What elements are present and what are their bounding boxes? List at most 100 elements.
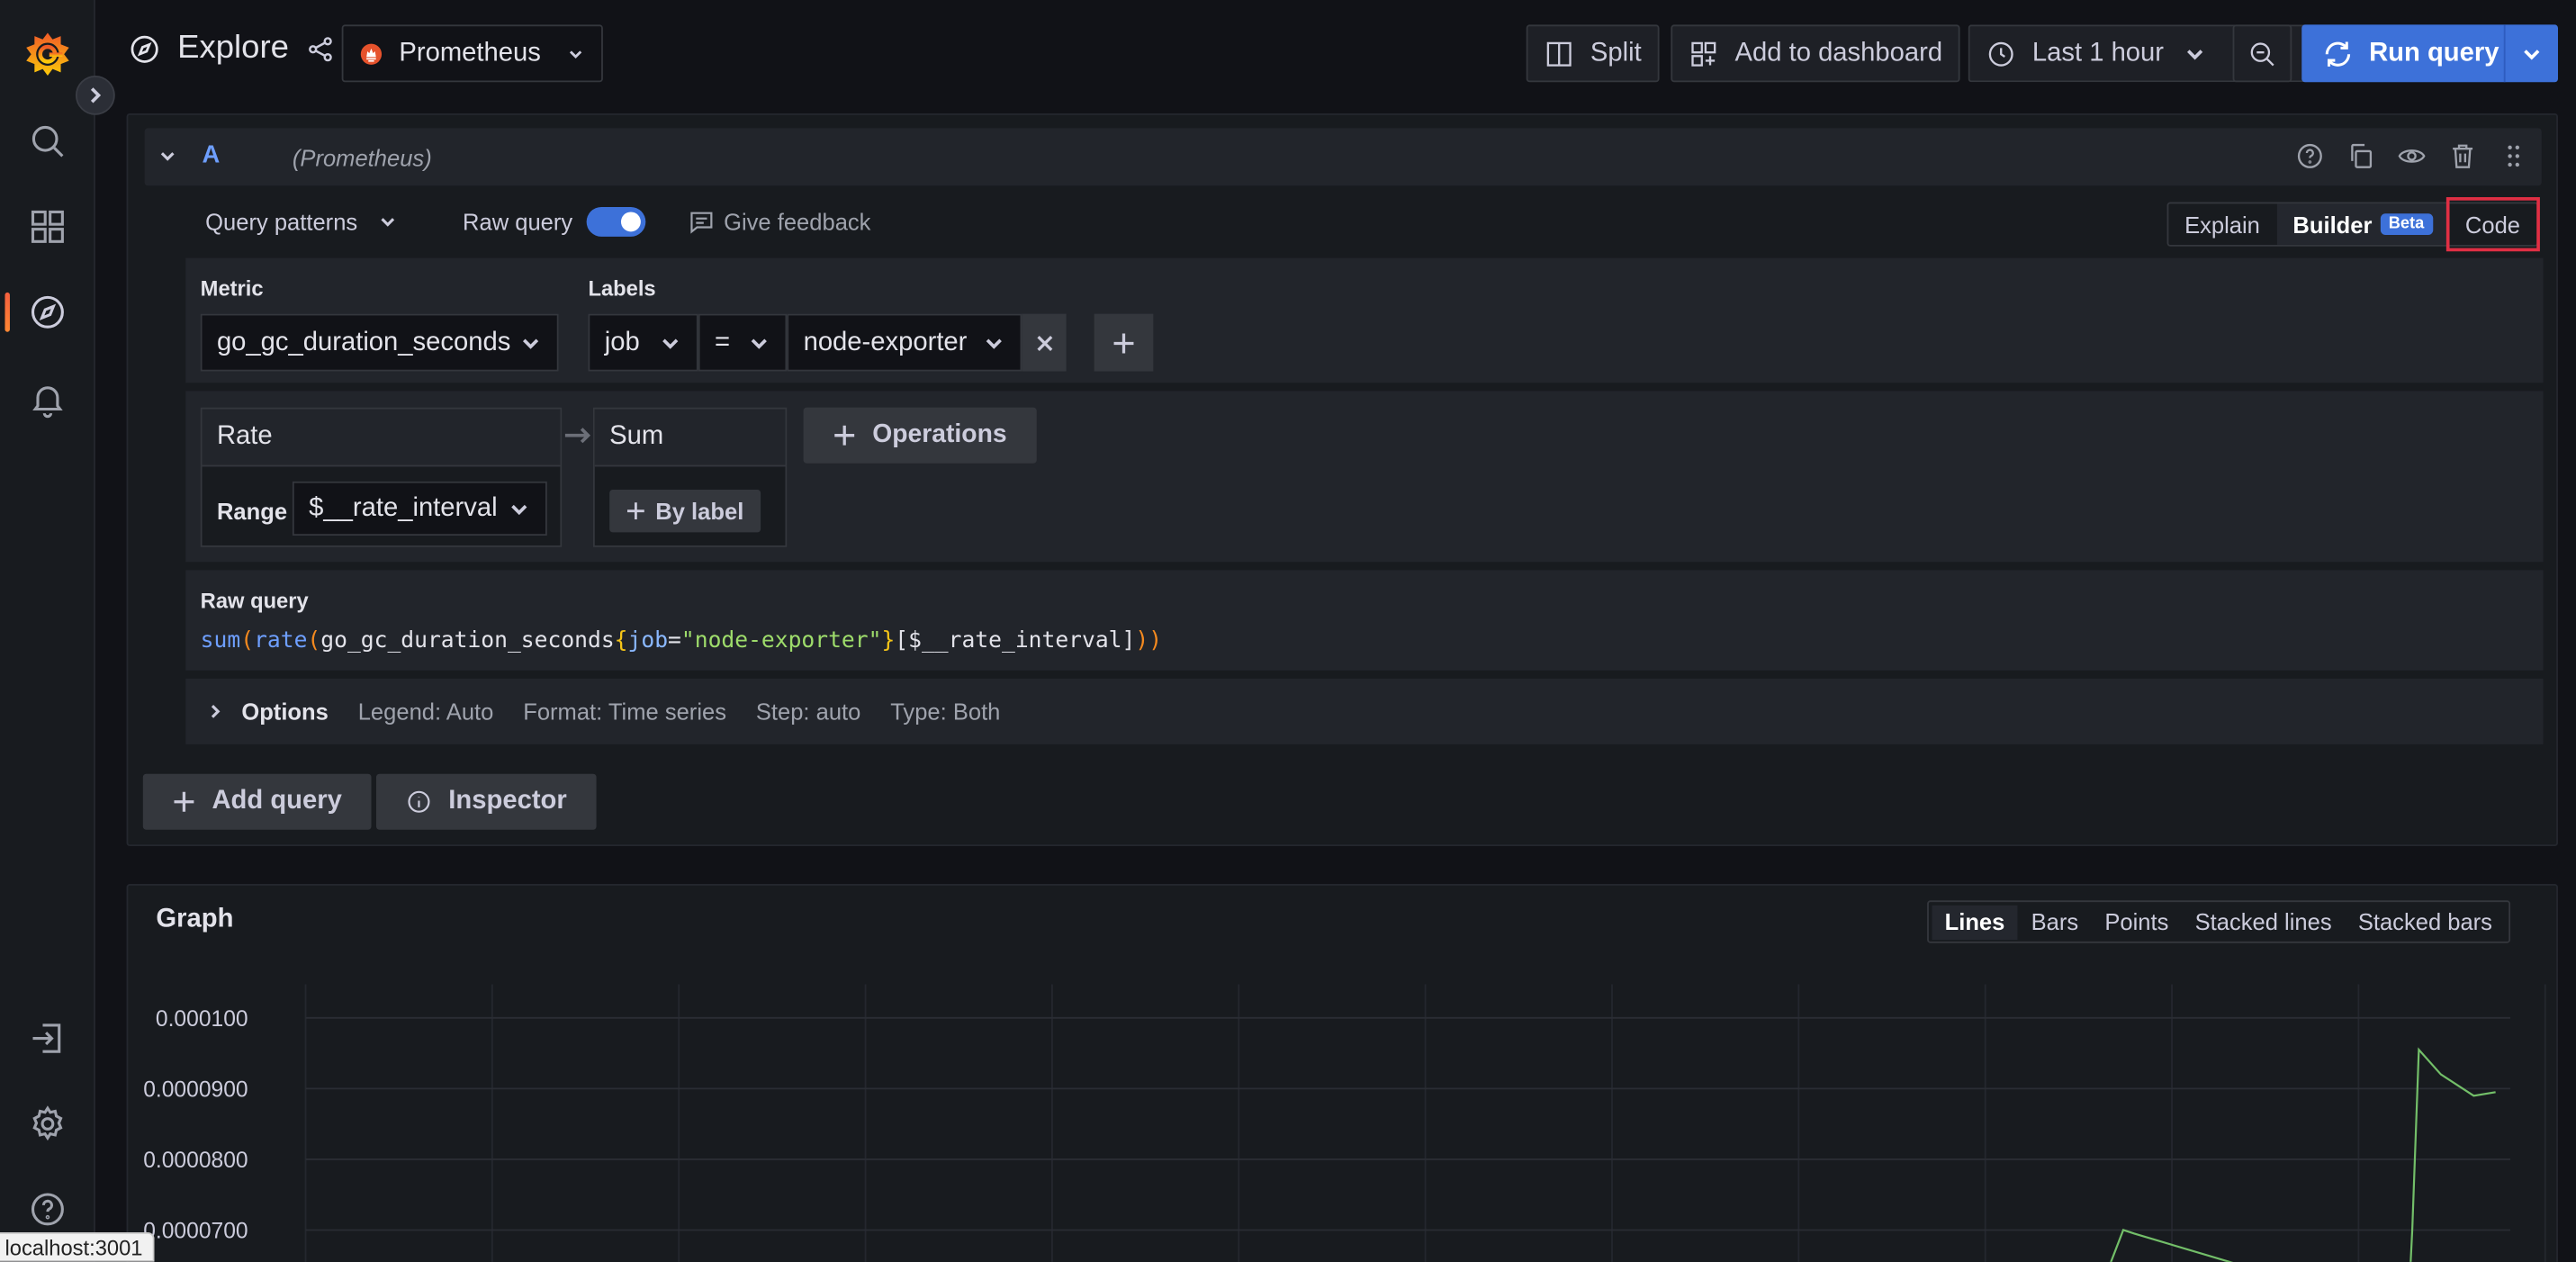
- raw-query-toggle-group[interactable]: Raw query: [463, 206, 645, 237]
- query-options-row[interactable]: Options Legend: Auto Format: Time series…: [185, 678, 2544, 744]
- dashboards-icon: [31, 210, 64, 243]
- rate-operation-title[interactable]: Rate: [202, 409, 561, 467]
- metric-select[interactable]: go_gc_duration_seconds: [200, 313, 559, 372]
- graph-mode-group: Lines Bars Points Stacked lines Stacked bars: [1926, 900, 2511, 943]
- refresh-icon: [2325, 41, 2351, 67]
- raw-token: "node-exporter": [680, 627, 882, 654]
- inspector-label: Inspector: [448, 787, 567, 816]
- prometheus-icon: [360, 42, 383, 64]
- query-editor-panel: A (Prometheus) Query patterns Raw query: [126, 113, 2558, 847]
- run-query-main[interactable]: Run query: [2301, 24, 2506, 83]
- raw-query-toggle-label: Raw query: [463, 208, 573, 236]
- sum-operation-title[interactable]: Sum: [594, 409, 786, 467]
- grafana-logo-icon: [26, 32, 69, 76]
- sidebar-item-sign-in[interactable]: [0, 1005, 95, 1071]
- sidebar-item-explore[interactable]: [0, 279, 95, 345]
- query-row-actions: [2295, 141, 2528, 171]
- raw-token: }: [881, 627, 896, 654]
- datasource-name: Prometheus: [399, 38, 541, 67]
- graph-mode-lines[interactable]: Lines: [1932, 904, 2018, 940]
- query-patterns-dropdown[interactable]: Query patterns: [205, 209, 397, 235]
- info-circle-icon: [408, 790, 430, 813]
- explain-toggle[interactable]: Explain: [2168, 203, 2276, 245]
- drag-handle-icon[interactable]: [2499, 141, 2528, 171]
- graph-mode-bars[interactable]: Bars: [2018, 905, 2092, 939]
- clock-icon: [1988, 41, 2013, 66]
- add-operations-button[interactable]: Operations: [803, 407, 1037, 464]
- raw-token: rate: [254, 627, 308, 654]
- remove-label-button[interactable]: [1022, 313, 1067, 372]
- query-toolbar: Query patterns Raw query Give feedback: [205, 197, 870, 247]
- trash-icon[interactable]: [2448, 141, 2478, 171]
- label-value-select[interactable]: node-exporter: [787, 313, 1022, 372]
- query-ref-id[interactable]: A: [203, 141, 221, 169]
- raw-token: =: [668, 627, 681, 654]
- chevron-down-icon: [511, 503, 527, 515]
- graph-canvas[interactable]: 0.000100 0.0000900 0.0000800 0.0000700: [128, 984, 2556, 1262]
- options-type: Type: Both: [890, 698, 1001, 725]
- close-icon: [1036, 335, 1052, 351]
- label-operator-select[interactable]: =: [698, 313, 788, 372]
- operations-label: Operations: [872, 420, 1007, 449]
- builder-mode-button[interactable]: Builder Beta: [2276, 203, 2449, 245]
- range-select[interactable]: $__rate_interval: [292, 481, 547, 536]
- run-query-button[interactable]: Run query: [2301, 24, 2558, 83]
- sidebar-expand-button[interactable]: [75, 75, 115, 115]
- by-label-text: By label: [655, 498, 744, 525]
- rate-operation-card: Rate Range $__rate_interval: [200, 407, 563, 547]
- options-format: Format: Time series: [523, 698, 727, 725]
- raw-token: ): [1135, 627, 1149, 654]
- inspector-button[interactable]: Inspector: [375, 773, 597, 830]
- datasource-picker[interactable]: Prometheus: [341, 24, 603, 83]
- chevron-down-icon: [380, 218, 394, 227]
- sidebar-item-alerting[interactable]: [0, 366, 95, 432]
- builder-label: Builder: [2292, 211, 2373, 238]
- sidebar-item-dashboards[interactable]: [0, 194, 95, 259]
- chevron-down-icon: [570, 50, 582, 59]
- graph-mode-stacked-lines[interactable]: Stacked lines: [2182, 905, 2345, 939]
- zoom-out-button[interactable]: [2232, 24, 2292, 83]
- options-label: Options: [241, 698, 329, 725]
- copy-icon[interactable]: [2346, 141, 2376, 171]
- help-icon: [31, 1193, 64, 1226]
- raw-token: go_gc_duration_seconds: [320, 627, 615, 654]
- chevron-down-icon: [522, 338, 539, 348]
- help-icon[interactable]: [2295, 141, 2325, 171]
- by-label-button[interactable]: By label: [609, 489, 761, 533]
- graph-mode-points[interactable]: Points: [2092, 905, 2182, 939]
- compass-icon: [131, 34, 158, 62]
- sidebar-item-configuration[interactable]: [0, 1091, 95, 1157]
- add-query-button[interactable]: Add query: [142, 773, 372, 830]
- sidebar-item-search[interactable]: [0, 108, 95, 174]
- arrow-right-icon: [564, 428, 591, 444]
- explore-header: Explore Prometheus Split Add to dashboar…: [95, 0, 2576, 108]
- raw-token: {: [614, 627, 628, 654]
- raw-query-text: sum(rate(go_gc_duration_seconds{job="nod…: [201, 627, 1162, 654]
- range-label: Range: [216, 498, 288, 525]
- y-tick-label: 0.0000800: [143, 1149, 248, 1173]
- share-icon[interactable]: [305, 33, 335, 63]
- split-button[interactable]: Split: [1526, 24, 1660, 83]
- beta-badge: Beta: [2380, 213, 2433, 236]
- graph-mode-stacked-bars[interactable]: Stacked bars: [2345, 905, 2505, 939]
- add-label-button[interactable]: [1094, 313, 1154, 372]
- metric-labels-section: Metric go_gc_duration_seconds Labels job…: [185, 257, 2544, 383]
- give-feedback-link[interactable]: Give feedback: [688, 208, 871, 236]
- chevron-down-icon: [2187, 49, 2203, 59]
- run-query-dropdown[interactable]: [2506, 42, 2558, 66]
- sign-in-icon: [32, 1023, 61, 1053]
- raw-token: job: [627, 627, 669, 654]
- label-key-select[interactable]: job: [588, 313, 698, 372]
- raw-token: (: [307, 627, 321, 654]
- give-feedback-label: Give feedback: [724, 208, 871, 236]
- label-key-value: job: [604, 328, 640, 356]
- add-to-dashboard-button[interactable]: Add to dashboard: [1671, 24, 1961, 83]
- range-value: $__rate_interval: [309, 493, 498, 522]
- code-mode-button[interactable]: Code: [2445, 197, 2540, 252]
- raw-query-section: Raw query sum(rate(go_gc_duration_second…: [185, 570, 2544, 671]
- raw-query-toggle[interactable]: [585, 206, 645, 237]
- editor-mode-group: Explain Builder Beta Code: [2166, 197, 2540, 252]
- collapse-chevron-icon[interactable]: [158, 146, 177, 166]
- options-legend: Legend: Auto: [357, 698, 494, 725]
- eye-icon[interactable]: [2397, 141, 2427, 171]
